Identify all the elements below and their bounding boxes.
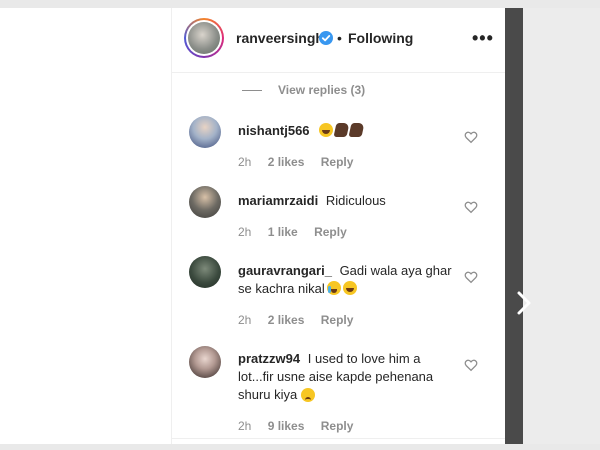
comment-text: pratzzw94 I used to love him a lot...fir… bbox=[238, 350, 443, 404]
comment-likes[interactable]: 2 likes bbox=[268, 155, 305, 169]
heart-outline-icon[interactable] bbox=[464, 130, 478, 144]
comments-panel: ranveersingh • Following ••• View replie… bbox=[171, 8, 505, 444]
comment-body: Ridiculous bbox=[325, 193, 386, 208]
bottom-overlay-band bbox=[0, 444, 600, 450]
post-header: ranveersingh • Following ••• bbox=[172, 8, 505, 73]
overlay-side-strip bbox=[505, 8, 523, 444]
verified-badge-icon bbox=[319, 31, 333, 45]
comment-time: 2h bbox=[238, 155, 252, 169]
comment-time: 2h bbox=[238, 419, 252, 433]
top-overlay-band bbox=[0, 0, 600, 8]
crying-emoji-icon bbox=[326, 281, 341, 295]
comment-time: 2h bbox=[238, 313, 252, 327]
comment-text: gauravrangari_ Gadi wala aya ghar se kac… bbox=[238, 262, 458, 298]
comment-username[interactable]: pratzzw94 bbox=[238, 351, 300, 366]
reply-button[interactable]: Reply bbox=[314, 225, 347, 239]
comment-time: 2h bbox=[238, 225, 252, 239]
comment-likes[interactable]: 2 likes bbox=[268, 313, 305, 327]
heart-outline-icon[interactable] bbox=[464, 358, 478, 372]
view-replies-link[interactable]: View replies (3) bbox=[278, 83, 365, 97]
header-username[interactable]: ranveersingh bbox=[236, 30, 324, 46]
laughing-emoji-icon bbox=[319, 123, 334, 137]
comment-meta: 2h 2 likes Reply bbox=[238, 155, 366, 169]
following-button[interactable]: Following bbox=[348, 30, 413, 46]
heart-outline-icon[interactable] bbox=[464, 270, 478, 284]
laughing-emoji-icon bbox=[342, 281, 357, 295]
reply-button[interactable]: Reply bbox=[321, 313, 354, 327]
chevron-right-icon[interactable] bbox=[514, 290, 534, 316]
comment-text: nishantj566 bbox=[238, 122, 458, 140]
hand-emoji-icon bbox=[348, 123, 365, 137]
header-separator: • bbox=[337, 30, 342, 46]
comment-likes[interactable]: 1 like bbox=[268, 225, 298, 239]
comment-meta: 2h 9 likes Reply bbox=[238, 419, 366, 433]
comment-username[interactable]: mariamrzaidi bbox=[238, 193, 318, 208]
panel-divider bbox=[172, 438, 505, 439]
commenter-avatar[interactable] bbox=[189, 116, 221, 148]
comment-meta: 2h 1 like Reply bbox=[238, 225, 360, 239]
reply-button[interactable]: Reply bbox=[321, 419, 354, 433]
comment-username[interactable]: nishantj566 bbox=[238, 123, 310, 138]
commenter-avatar[interactable] bbox=[189, 186, 221, 218]
profile-avatar[interactable] bbox=[184, 18, 224, 58]
overlay-right-area bbox=[523, 8, 600, 444]
more-options-icon[interactable]: ••• bbox=[472, 28, 494, 49]
reply-button[interactable]: Reply bbox=[321, 155, 354, 169]
comment-meta: 2h 2 likes Reply bbox=[238, 313, 366, 327]
commenter-avatar[interactable] bbox=[189, 256, 221, 288]
view-replies-divider bbox=[242, 90, 262, 91]
comment-likes[interactable]: 9 likes bbox=[268, 419, 305, 433]
sad-emoji-icon bbox=[301, 388, 316, 402]
comment-text: mariamrzaidi Ridiculous bbox=[238, 192, 458, 210]
commenter-avatar[interactable] bbox=[189, 346, 221, 378]
hand-emoji-icon bbox=[333, 123, 350, 137]
comment-username[interactable]: gauravrangari_ bbox=[238, 263, 332, 278]
heart-outline-icon[interactable] bbox=[464, 200, 478, 214]
